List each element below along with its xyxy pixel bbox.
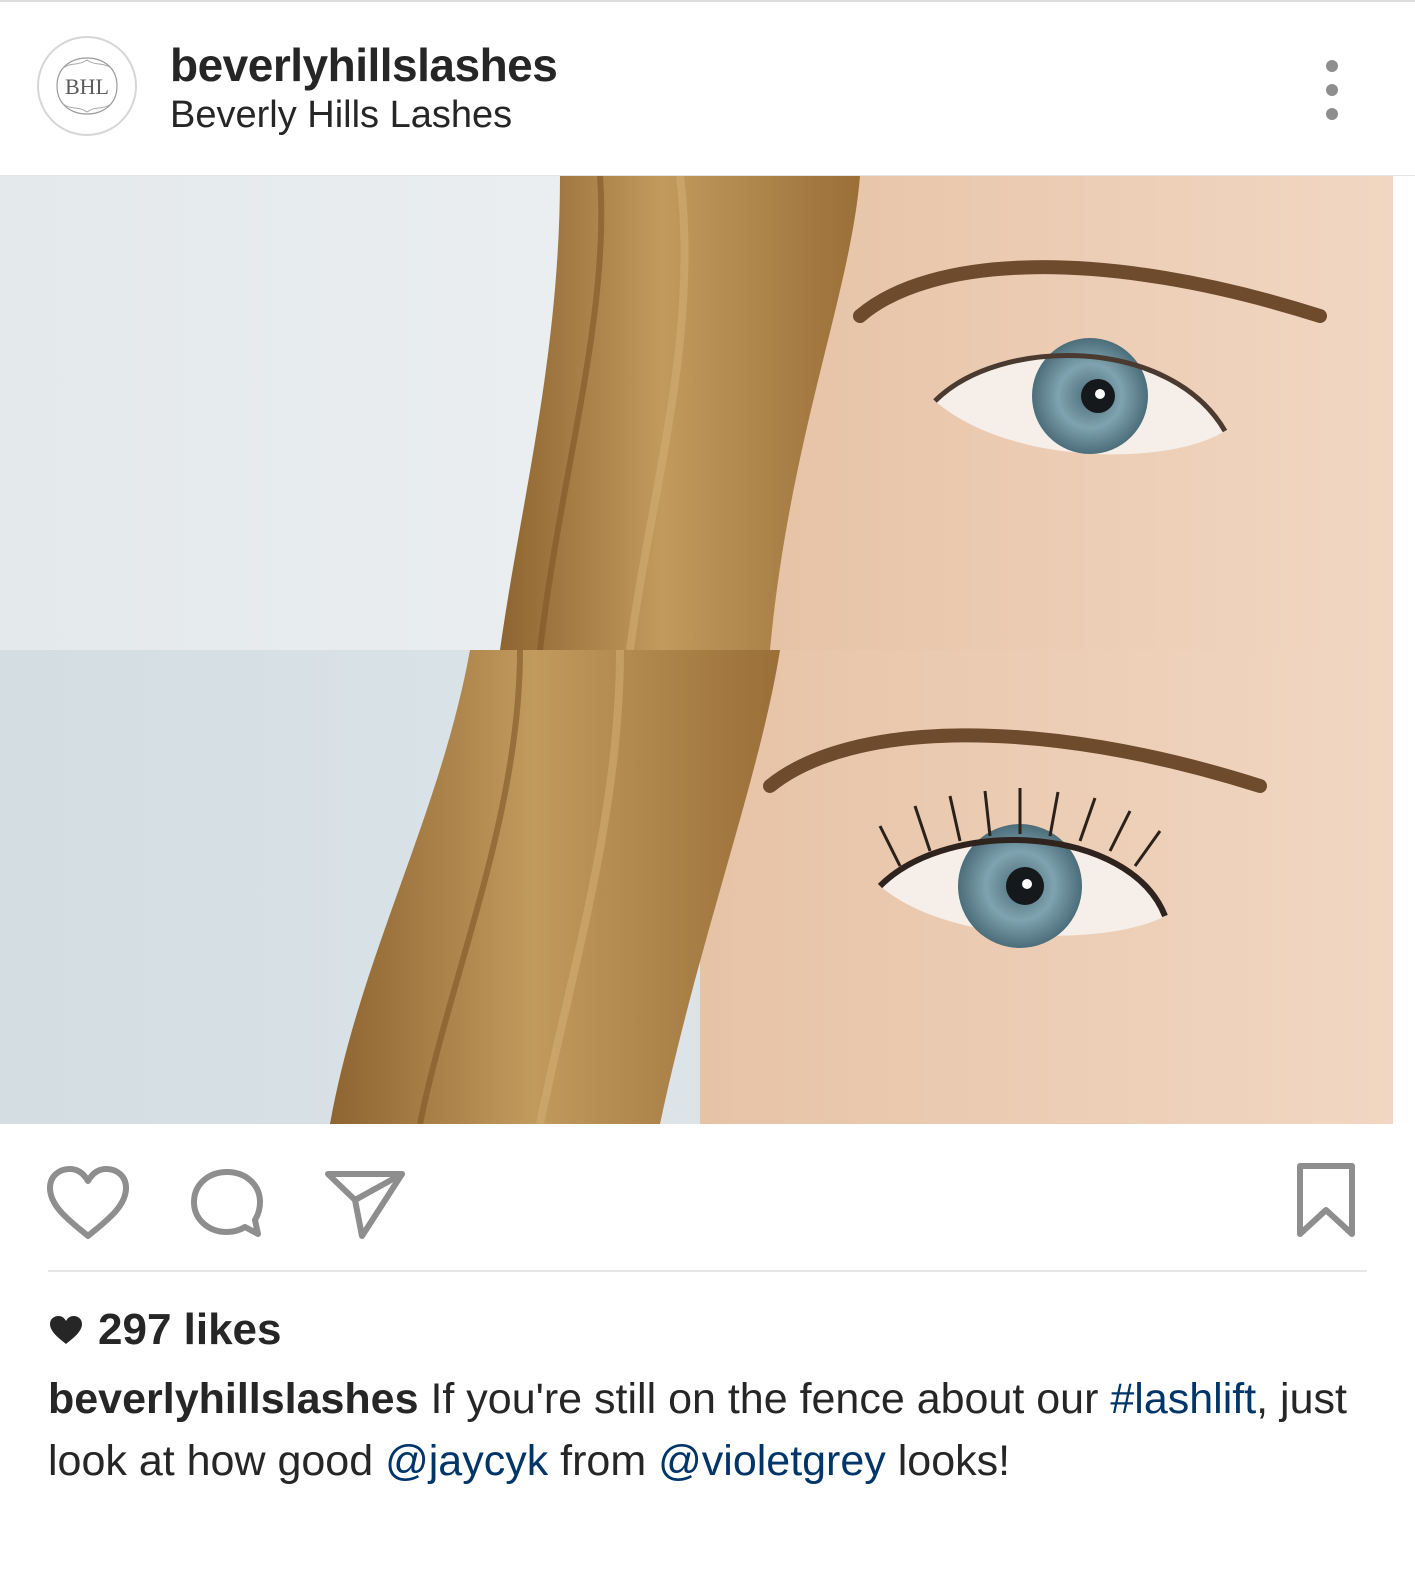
hashtag-link[interactable]: #lashlift <box>1110 1375 1256 1423</box>
more-dot <box>1326 108 1338 120</box>
post-display-name[interactable]: Beverly Hills Lashes <box>170 94 512 137</box>
actions-divider <box>48 1270 1367 1272</box>
comment-bubble-icon[interactable] <box>186 1164 268 1242</box>
post-username[interactable]: beverlyhillslashes <box>170 38 558 92</box>
post-photo[interactable] <box>0 176 1393 1124</box>
post-header: BHL beverlyhillslashes Beverly Hills Las… <box>0 2 1415 177</box>
avatar[interactable]: BHL <box>37 36 137 136</box>
after-image <box>0 649 1393 1124</box>
heart-filled-icon <box>50 1316 82 1344</box>
mention-link[interactable]: @violetgrey <box>658 1437 886 1485</box>
post-caption: beverlyhillslashes If you're still on th… <box>48 1368 1378 1492</box>
action-bar <box>0 1124 1415 1270</box>
paper-plane-icon[interactable] <box>322 1164 408 1242</box>
avatar-monogram: BHL <box>65 74 109 99</box>
caption-text: from <box>560 1437 647 1485</box>
caption-author[interactable]: beverlyhillslashes <box>48 1375 419 1423</box>
likes-text: 297 likes <box>98 1305 282 1354</box>
bookmark-icon[interactable] <box>1292 1160 1360 1240</box>
caption-text: looks! <box>897 1437 1011 1485</box>
before-image <box>0 176 1393 651</box>
caption-text: If you're still on the fence about our <box>430 1375 1099 1423</box>
mention-link[interactable]: @jaycyk <box>385 1437 548 1485</box>
likes-count[interactable]: 297 likes <box>48 1300 282 1360</box>
more-options-icon[interactable] <box>1308 52 1356 128</box>
more-dot <box>1326 84 1338 96</box>
avatar-logo: BHL <box>41 40 133 132</box>
more-dot <box>1326 60 1338 72</box>
heart-outline-icon[interactable] <box>44 1164 132 1242</box>
